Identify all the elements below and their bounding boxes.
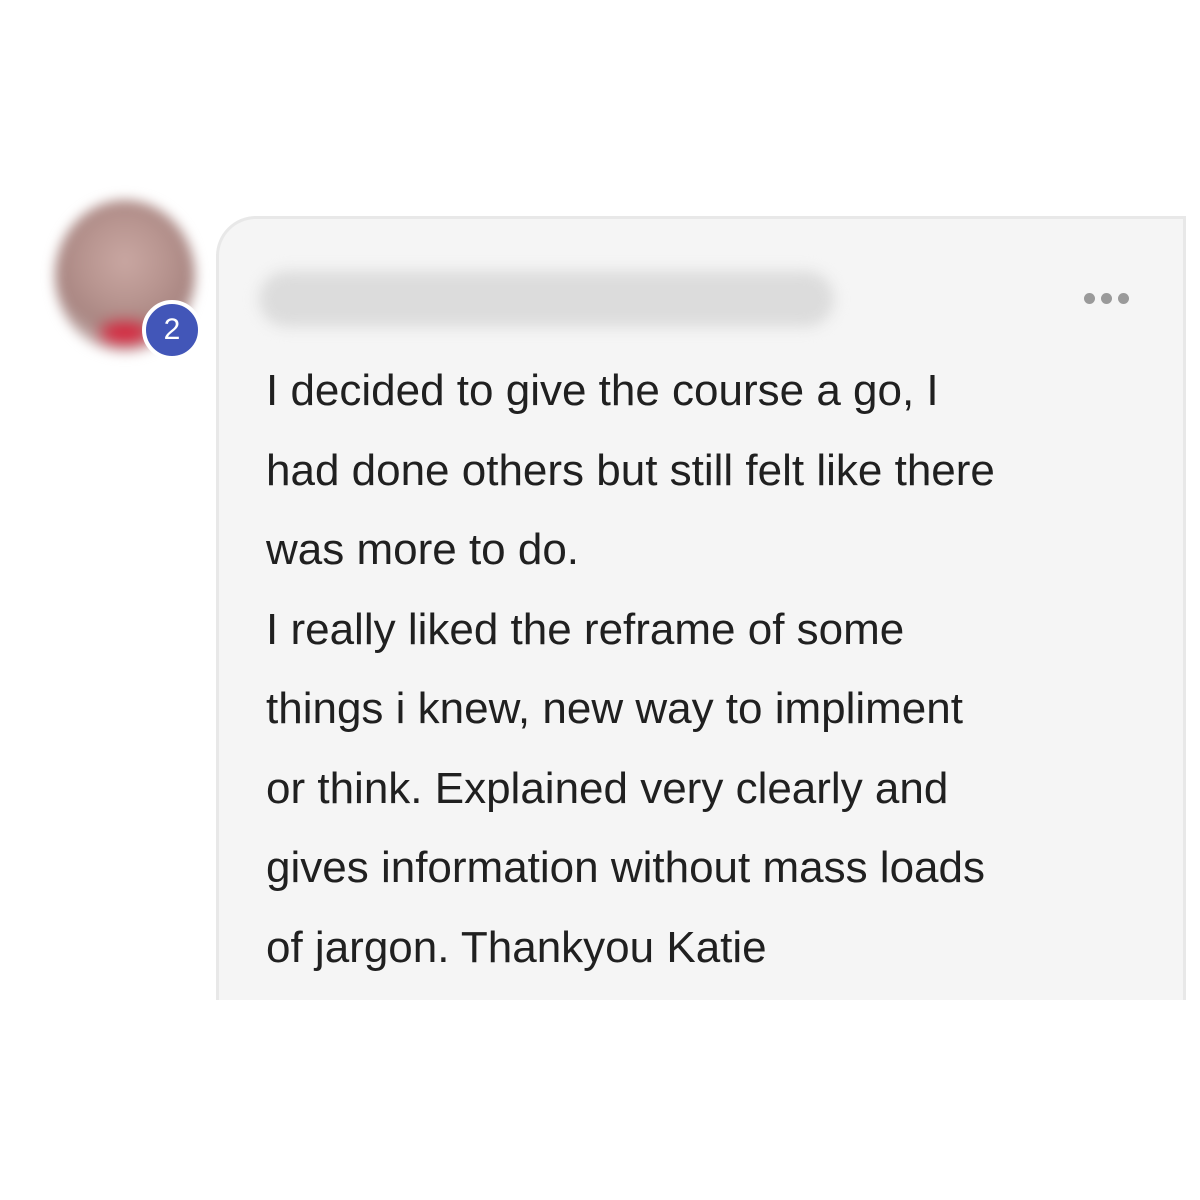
comment-bubble: I decided to give the course a go, I had… [216,216,1186,1000]
author-name-redacted[interactable] [259,271,834,327]
comment-text: I decided to give the course a go, I had… [266,351,1176,987]
comment-line: things i knew, new way to impliment [266,684,963,733]
comment-line: of jargon. Thankyou Katie [266,922,767,972]
more-options-icon[interactable] [1084,293,1129,304]
notification-badge: 2 [142,300,202,360]
comment-line: was more to do. [266,525,580,574]
comment-line: gives information without mass loads [266,843,985,892]
comment-line: had done others but still felt like ther… [266,445,995,495]
comment-line: I decided to give the course a go, I [266,366,939,415]
dot [1101,293,1112,304]
dot [1118,293,1129,304]
dot [1084,293,1095,304]
avatar-wrapper[interactable]: 2 [55,200,205,365]
comment-line: or think. Explained very clearly and [266,763,949,813]
comment-line: I really liked the reframe of some [266,604,905,654]
